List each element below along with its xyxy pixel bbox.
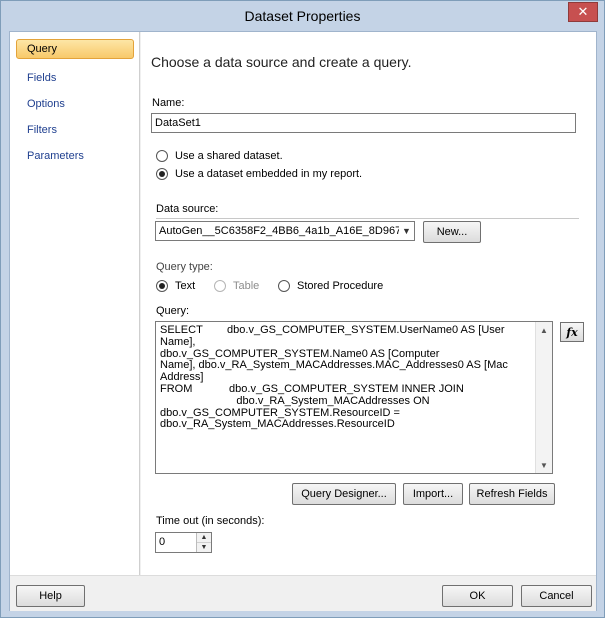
expression-button[interactable]: fx xyxy=(560,322,584,342)
dataset-properties-window: Dataset Properties ✕ Query Fields Option… xyxy=(0,0,605,618)
name-label: Name: xyxy=(152,97,185,109)
new-datasource-button[interactable]: New... xyxy=(423,221,481,243)
radio-text-label: Text xyxy=(175,280,196,292)
import-button[interactable]: Import... xyxy=(403,483,463,505)
sidebar-item-query[interactable]: Query xyxy=(16,39,134,59)
radio-checked-icon xyxy=(156,280,168,292)
chevron-down-icon: ▼ xyxy=(402,226,411,236)
radio-embedded-label: Use a dataset embedded in my report. xyxy=(175,168,363,180)
query-label: Query: xyxy=(156,305,190,317)
page-title: Choose a data source and create a query. xyxy=(151,54,412,70)
spin-up-icon[interactable]: ▲ xyxy=(197,533,211,543)
datasource-value: AutoGen__5C6358F2_4BB6_4a1b_A16E_8D96795 xyxy=(159,225,399,237)
refresh-fields-button[interactable]: Refresh Fields xyxy=(469,483,555,505)
sidebar-item-filters[interactable]: Filters xyxy=(16,120,134,140)
radio-table-label: Table xyxy=(233,280,260,292)
radio-query-type-text[interactable]: Text xyxy=(156,280,195,292)
radio-unchecked-icon xyxy=(278,280,290,292)
query-designer-button[interactable]: Query Designer... xyxy=(292,483,396,505)
timeout-label: Time out (in seconds): xyxy=(156,515,265,527)
sidebar-item-fields[interactable]: Fields xyxy=(16,68,134,88)
radio-shared-dataset[interactable]: Use a shared dataset. xyxy=(156,150,283,162)
timeout-stepper[interactable]: 0 ▲ ▼ xyxy=(155,532,212,553)
query-text: SELECT dbo.v_GS_COMPUTER_SYSTEM.UserName… xyxy=(160,324,508,431)
dialog-client-area: Query Fields Options Filters Parameters … xyxy=(9,31,597,611)
dialog-footer: Help OK Cancel xyxy=(10,575,596,611)
ok-button[interactable]: OK xyxy=(442,585,513,607)
window-title: Dataset Properties xyxy=(244,8,361,24)
query-type-label: Query type: xyxy=(156,261,213,273)
radio-checked-icon xyxy=(156,168,168,180)
title-bar: Dataset Properties ✕ xyxy=(1,1,604,31)
section-divider xyxy=(156,218,579,219)
sidebar-nav: Query Fields Options Filters Parameters xyxy=(10,32,140,575)
radio-disabled-icon xyxy=(214,280,226,292)
timeout-value: 0 xyxy=(159,536,166,548)
query-textarea[interactable]: SELECT dbo.v_GS_COMPUTER_SYSTEM.UserName… xyxy=(155,321,553,474)
datasource-select[interactable]: AutoGen__5C6358F2_4BB6_4a1b_A16E_8D96795… xyxy=(155,221,415,241)
radio-query-type-table[interactable]: Table xyxy=(214,280,259,292)
close-button[interactable]: ✕ xyxy=(568,2,598,22)
fx-icon: fx xyxy=(566,325,578,339)
scroll-up-icon[interactable]: ▲ xyxy=(536,322,552,338)
name-input[interactable]: DataSet1 xyxy=(151,113,576,133)
radio-query-type-stored-procedure[interactable]: Stored Procedure xyxy=(278,280,383,292)
scroll-down-icon[interactable]: ▼ xyxy=(536,457,552,473)
cancel-button[interactable]: Cancel xyxy=(521,585,592,607)
close-icon: ✕ xyxy=(577,4,589,19)
radio-embedded-dataset[interactable]: Use a dataset embedded in my report. xyxy=(156,168,362,180)
help-button[interactable]: Help xyxy=(16,585,85,607)
sidebar-item-parameters[interactable]: Parameters xyxy=(16,146,134,166)
sidebar-item-options[interactable]: Options xyxy=(16,94,134,114)
radio-stored-procedure-label: Stored Procedure xyxy=(297,280,384,292)
query-scrollbar[interactable]: ▲ ▼ xyxy=(535,322,552,473)
datasource-label: Data source: xyxy=(156,203,219,215)
spin-down-icon[interactable]: ▼ xyxy=(197,543,211,552)
radio-unchecked-icon xyxy=(156,150,168,162)
radio-shared-label: Use a shared dataset. xyxy=(175,150,283,162)
query-page: Choose a data source and create a query.… xyxy=(141,32,596,575)
